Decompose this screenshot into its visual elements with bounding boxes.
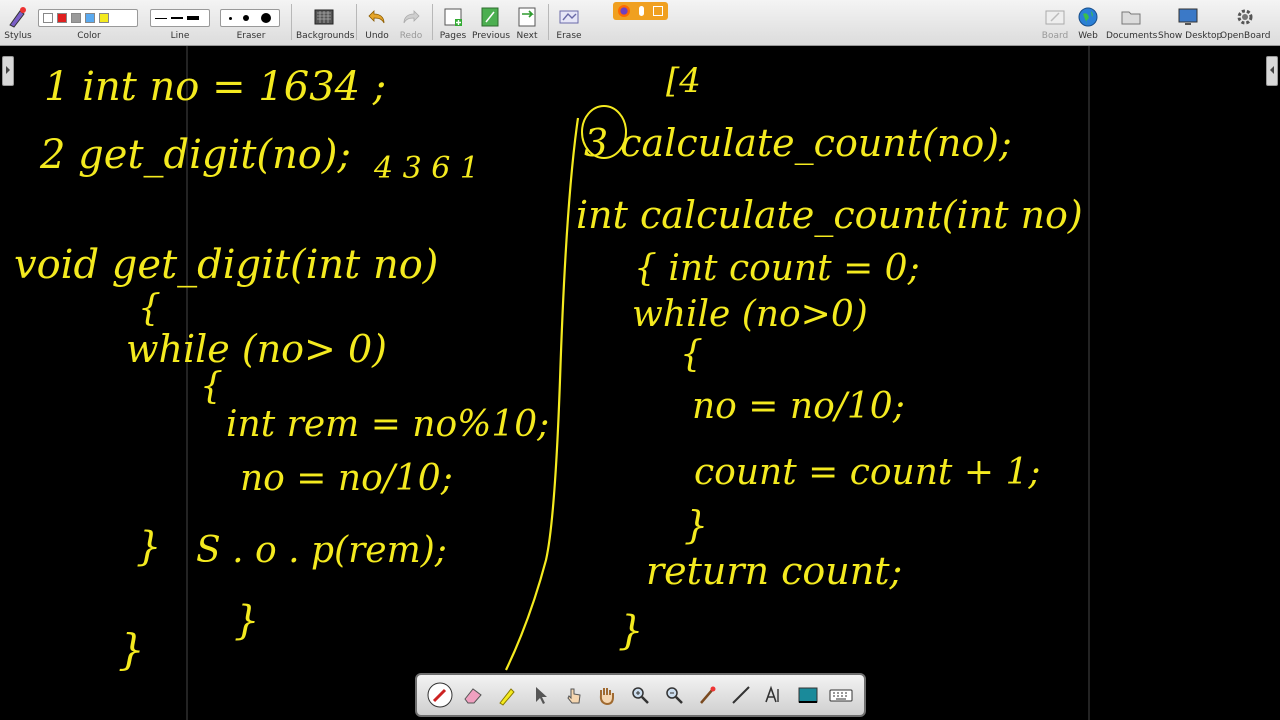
- hand-icon: [599, 688, 614, 706]
- stylus-icon: [9, 7, 26, 28]
- web-button[interactable]: Web: [1074, 2, 1102, 44]
- color-swatch-grey[interactable]: [71, 13, 81, 23]
- line-tool-button[interactable]: [728, 682, 754, 708]
- zoom-out-tool-button[interactable]: [661, 682, 687, 708]
- color-swatch-white[interactable]: [43, 13, 53, 23]
- backgrounds-icon: [314, 9, 334, 25]
- web-label: Web: [1078, 31, 1098, 41]
- arrow-right-icon: [6, 66, 10, 74]
- erase-label: Erase: [556, 31, 582, 41]
- color-label: Color: [77, 31, 101, 41]
- text-tool-button[interactable]: [761, 682, 787, 708]
- zoom-in-tool-button[interactable]: [627, 682, 653, 708]
- eraser-group: Eraser: [220, 2, 282, 44]
- redo-label: Redo: [399, 31, 423, 41]
- marker-icon: [498, 688, 515, 706]
- eraser-tool-button[interactable]: [460, 682, 486, 708]
- color-swatch-yellow[interactable]: [99, 13, 109, 23]
- text-icon: [765, 685, 779, 703]
- line-thick[interactable]: [187, 16, 199, 20]
- eraser-icon: [464, 688, 482, 704]
- openboard-button[interactable]: OpenBoard: [1220, 2, 1271, 44]
- keyboard-tool-button[interactable]: [828, 682, 854, 708]
- window-icon[interactable]: [653, 6, 664, 16]
- top-toolbar: Stylus Color Line Eraser Backgrounds Und…: [0, 0, 1280, 46]
- openboard-label: OpenBoard: [1220, 31, 1271, 41]
- monitor-icon: [1178, 8, 1198, 25]
- color-swatch-blue[interactable]: [85, 13, 95, 23]
- undo-label: Undo: [365, 31, 389, 41]
- page-guide-right: [1088, 46, 1090, 720]
- laser-pointer-icon: [700, 686, 716, 704]
- drawing-canvas[interactable]: [0, 46, 1280, 720]
- eraser-sizes: [220, 9, 280, 27]
- marker-tool-button[interactable]: [494, 682, 520, 708]
- pen-tool-button[interactable]: [427, 682, 453, 708]
- selector-tool-button[interactable]: [527, 682, 553, 708]
- microphone-icon[interactable]: [638, 6, 644, 16]
- color-swatches: [38, 9, 138, 27]
- show-desktop-button[interactable]: Show Desktop: [1158, 2, 1223, 44]
- right-panel-toggle[interactable]: [1266, 56, 1278, 86]
- folder-icon: [1121, 11, 1141, 25]
- arrow-left-icon: [1270, 66, 1274, 74]
- hand-tool-button[interactable]: [594, 682, 620, 708]
- documents-button[interactable]: Documents: [1106, 2, 1158, 44]
- erase-icon: [559, 10, 579, 24]
- cursor-icon: [536, 687, 548, 704]
- show-desktop-label: Show Desktop: [1158, 31, 1223, 41]
- line-group: Line: [150, 2, 210, 44]
- keyboard-icon: [829, 689, 853, 702]
- backgrounds-label: Backgrounds: [296, 31, 355, 41]
- undo-button[interactable]: Undo: [362, 2, 392, 44]
- board-button[interactable]: Board: [1040, 2, 1070, 44]
- pages-button[interactable]: Pages: [438, 2, 468, 44]
- next-page-icon: [518, 7, 536, 27]
- board-icon: [1045, 10, 1065, 25]
- stylus-palette: [415, 673, 866, 717]
- capture-icon: [798, 687, 818, 703]
- redo-button[interactable]: Redo: [396, 2, 426, 44]
- left-panel-toggle[interactable]: [2, 56, 14, 86]
- line-widths: [150, 9, 210, 27]
- undo-icon: [368, 10, 385, 24]
- stylus-button[interactable]: Stylus: [2, 2, 34, 44]
- line-icon: [732, 686, 750, 704]
- next-label: Next: [516, 31, 538, 41]
- app-launcher: [613, 2, 668, 20]
- backgrounds-button[interactable]: Backgrounds: [296, 2, 355, 44]
- globe-icon: [1078, 7, 1098, 27]
- documents-label: Documents: [1106, 31, 1158, 41]
- firefox-icon[interactable]: [617, 5, 630, 17]
- color-group: Color: [38, 2, 140, 44]
- previous-button[interactable]: Previous: [472, 2, 511, 44]
- zoom-out-icon: [666, 687, 683, 704]
- pointer-hand-icon: [566, 688, 581, 704]
- eraser-small[interactable]: [228, 16, 232, 20]
- line-thin[interactable]: [155, 17, 167, 19]
- capture-tool-button[interactable]: [795, 682, 821, 708]
- pen-icon: [427, 682, 453, 708]
- next-button[interactable]: Next: [512, 2, 542, 44]
- line-label: Line: [170, 31, 190, 41]
- color-swatch-red[interactable]: [57, 13, 67, 23]
- stylus-label: Stylus: [4, 31, 32, 41]
- eraser-medium[interactable]: [243, 15, 250, 21]
- eraser-label: Eraser: [236, 31, 266, 41]
- board-label: Board: [1041, 31, 1069, 41]
- page-guide-left: [186, 46, 188, 720]
- eraser-large[interactable]: [261, 13, 272, 23]
- zoom-in-icon: [632, 687, 650, 704]
- gear-icon: [1237, 9, 1253, 25]
- pages-label: Pages: [439, 31, 467, 41]
- pages-icon: [444, 8, 462, 26]
- laser-tool-button[interactable]: [694, 682, 720, 708]
- previous-page-icon: [481, 7, 499, 27]
- erase-button[interactable]: Erase: [552, 2, 586, 44]
- line-medium[interactable]: [171, 17, 183, 19]
- previous-label: Previous: [472, 31, 511, 41]
- redo-icon: [403, 10, 420, 24]
- interact-tool-button[interactable]: [561, 682, 587, 708]
